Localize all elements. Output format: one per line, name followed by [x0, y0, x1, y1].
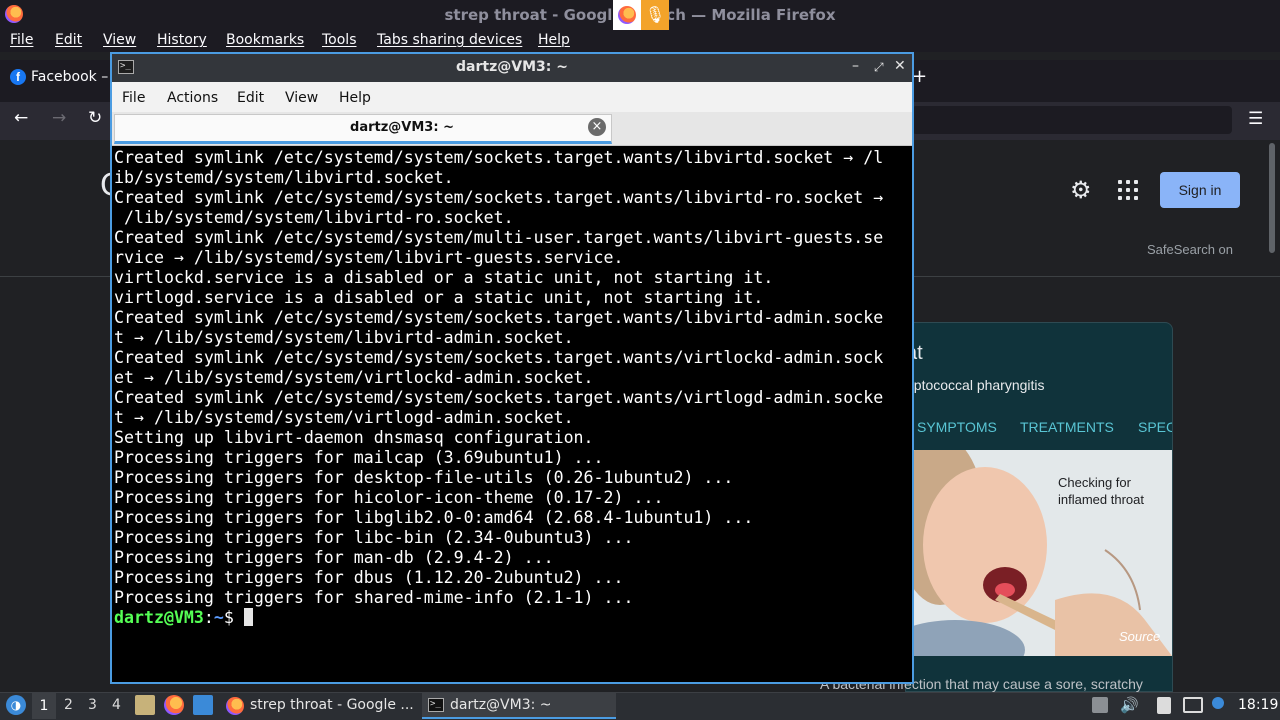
- workspace-3[interactable]: 3: [88, 697, 97, 713]
- text-cursor: [243, 608, 253, 626]
- menu-history[interactable]: History: [157, 32, 207, 48]
- url-bar[interactable]: [912, 106, 1232, 134]
- menu-tools[interactable]: Tools: [322, 32, 357, 48]
- start-menu-icon[interactable]: ◑: [6, 695, 26, 715]
- image-source-link[interactable]: Source: [1119, 629, 1160, 644]
- safesearch-status[interactable]: SafeSearch on: [1147, 242, 1233, 257]
- kp-tab-treatments[interactable]: TREATMENTS: [1020, 419, 1114, 435]
- new-tab-button[interactable]: +: [912, 66, 927, 87]
- terminal-log: Created symlink /etc/systemd/system/sock…: [114, 148, 884, 607]
- prompt-separator: :: [203, 608, 214, 627]
- maximize-icon[interactable]: ⤢: [874, 60, 884, 75]
- minimize-icon[interactable]: –: [852, 58, 859, 74]
- facebook-icon: f: [10, 69, 26, 85]
- workspace-1[interactable]: 1: [32, 693, 56, 719]
- apps-grid-icon[interactable]: [1118, 180, 1138, 200]
- forward-arrow-icon[interactable]: →: [52, 108, 66, 128]
- firefox-icon: [618, 6, 636, 24]
- close-icon[interactable]: ✕: [894, 58, 906, 74]
- microphone-icon[interactable]: 🎙: [641, 0, 669, 30]
- sharing-indicator-firefox[interactable]: [613, 0, 641, 30]
- terminal-menu-file[interactable]: File: [122, 90, 145, 106]
- gear-icon[interactable]: ⚙: [1070, 176, 1092, 204]
- clipboard-icon[interactable]: [1157, 697, 1171, 714]
- terminal-menu-view[interactable]: View: [285, 90, 318, 106]
- menu-file[interactable]: File: [10, 32, 33, 48]
- workspace-2[interactable]: 2: [64, 697, 73, 713]
- reload-icon[interactable]: ↻: [88, 108, 102, 128]
- workspace-4[interactable]: 4: [112, 697, 121, 713]
- taskbar-task-firefox[interactable]: strep throat - Google ...: [222, 693, 418, 719]
- tab-facebook[interactable]: f Facebook – l: [4, 64, 112, 92]
- kp-tab-specialists[interactable]: SPEC: [1138, 419, 1172, 435]
- prompt-symbol: $: [223, 608, 244, 627]
- taskbar: [0, 692, 1280, 720]
- terminal-menu-edit[interactable]: Edit: [237, 90, 264, 106]
- volume-icon[interactable]: 🔊: [1120, 696, 1139, 714]
- image-caption: Checking for inflamed throat: [1058, 475, 1144, 507]
- firefox-icon: [226, 697, 244, 715]
- sign-in-button[interactable]: Sign in: [1160, 172, 1240, 208]
- network-icon[interactable]: [1183, 697, 1203, 713]
- task-label: dartz@VM3: ~: [450, 697, 552, 713]
- close-tab-icon[interactable]: ×: [588, 118, 606, 136]
- hamburger-menu-icon[interactable]: ☰: [1248, 109, 1263, 129]
- file-manager-icon[interactable]: [135, 695, 155, 715]
- desktop-icon[interactable]: [193, 695, 213, 715]
- page-scrollbar[interactable]: [1269, 143, 1275, 253]
- task-label: strep throat - Google ...: [250, 697, 414, 713]
- firefox-launcher-icon[interactable]: [164, 695, 184, 715]
- menu-bookmarks[interactable]: Bookmarks: [226, 32, 304, 48]
- menu-help[interactable]: Help: [538, 32, 570, 48]
- terminal-title: dartz@VM3: ~: [456, 59, 568, 75]
- menu-tabs-sharing-devices[interactable]: Tabs sharing devices: [377, 32, 522, 48]
- terminal-window[interactable]: >_ dartz@VM3: ~ – ⤢ ✕ File Actions Edit …: [110, 52, 914, 684]
- notification-icon[interactable]: [1212, 697, 1224, 709]
- clock[interactable]: 18:19: [1238, 697, 1278, 713]
- terminal-output[interactable]: Created symlink /etc/systemd/system/sock…: [114, 148, 910, 682]
- kp-tab-symptoms[interactable]: SYMPTOMS: [917, 419, 997, 435]
- terminal-icon: >_: [428, 698, 444, 712]
- terminal-menu-help[interactable]: Help: [339, 90, 371, 106]
- knowledge-panel-subtitle: eptococcal pharyngitis: [906, 377, 1045, 393]
- prompt-path: ~: [213, 608, 224, 627]
- terminal-menubar: [112, 82, 912, 112]
- back-arrow-icon[interactable]: ←: [14, 108, 28, 128]
- prompt-user: dartz@VM3: [114, 608, 204, 627]
- tab-label: Facebook – l: [31, 69, 111, 85]
- taskbar-task-terminal[interactable]: >_ dartz@VM3: ~: [422, 693, 616, 719]
- menu-edit[interactable]: Edit: [55, 32, 82, 48]
- updates-icon[interactable]: [1092, 697, 1108, 713]
- menu-view[interactable]: View: [103, 32, 136, 48]
- terminal-menu-actions[interactable]: Actions: [167, 90, 218, 106]
